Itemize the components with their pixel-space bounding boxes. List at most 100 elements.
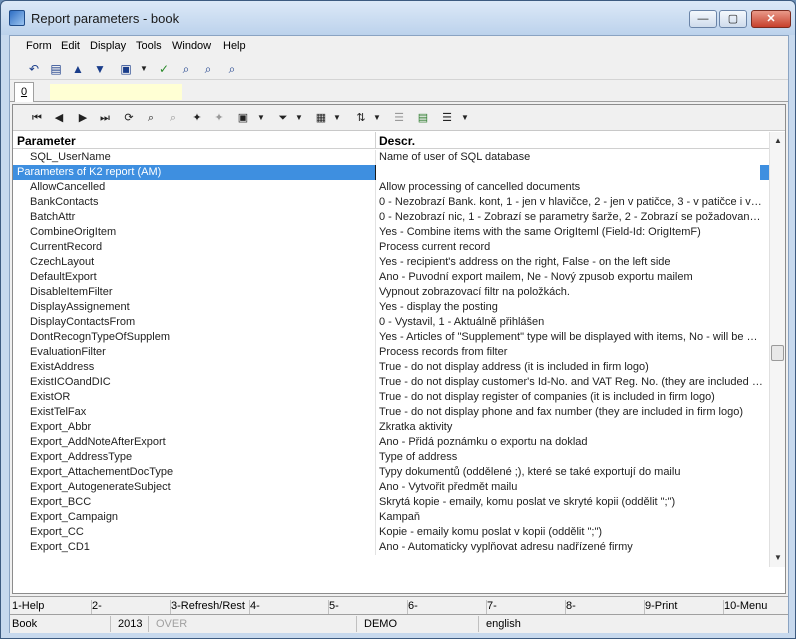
list-icon[interactable]: ☰ <box>439 110 455 126</box>
last-record-icon[interactable]: ⏭ <box>97 110 113 126</box>
group-row[interactable]: Parameters of K2 report (AM) <box>13 165 769 180</box>
column-divider[interactable] <box>375 132 376 149</box>
scroll-down-icon[interactable]: ▼ <box>773 553 783 563</box>
table-row[interactable]: DefaultExport Ano - Puvodní export mailem… <box>13 270 769 285</box>
table-row[interactable]: ExistAddress True - do not display addres… <box>13 360 769 375</box>
f7-key[interactable]: 7- <box>487 600 566 615</box>
down-arrow-icon[interactable]: ▼ <box>92 61 108 77</box>
table-row[interactable]: Export_AddressType Type of address <box>13 450 769 465</box>
table-row[interactable]: DisplayAssignement Yes - display the post… <box>13 300 769 315</box>
search-icon[interactable]: ⌕ <box>143 110 159 126</box>
camera-dropdown-icon[interactable]: ▼ <box>140 61 148 77</box>
menu-tools[interactable]: Tools <box>136 40 162 52</box>
table-row[interactable]: Export_Campaign Kampaň <box>13 510 769 525</box>
next-record-icon[interactable]: ▶ <box>75 110 91 126</box>
f10-key[interactable]: 10-Menu <box>724 600 786 615</box>
table-row[interactable]: Export_AutogenerateSubject Ano - Vytvořit… <box>13 480 769 495</box>
table-row[interactable]: CzechLayout Yes - recipient's address on … <box>13 255 769 270</box>
sort-dropdown-icon[interactable]: ▼ <box>373 110 381 126</box>
refresh-icon[interactable]: ⟳ <box>121 110 137 126</box>
filter-dropdown-icon[interactable]: ▼ <box>295 110 303 126</box>
menu-edit[interactable]: Edit <box>61 40 80 52</box>
menu-bar: Form Edit Display Tools Window Help <box>10 36 788 56</box>
camera-icon[interactable]: ▣ <box>118 61 134 77</box>
first-record-icon[interactable]: ⏮ <box>29 110 45 126</box>
tree-icon[interactable]: ☰ <box>391 110 407 126</box>
table-row[interactable]: EvaluationFilter Process records from fil… <box>13 345 769 360</box>
excel-icon[interactable]: ▤ <box>415 110 431 126</box>
status-mode: OVER <box>156 618 188 630</box>
table-row[interactable]: Export_Abbr Zkratka aktivity <box>13 420 769 435</box>
table-row[interactable]: ExistOR True - do not display register of… <box>13 390 769 405</box>
camera-dropdown-icon[interactable]: ▼ <box>257 110 265 126</box>
parameter-cell: Export_Abbr <box>30 421 92 433</box>
camera-icon[interactable]: ▣ <box>235 110 251 126</box>
menu-form[interactable]: Form <box>26 40 52 52</box>
table-row[interactable]: SQL_UserName Name of user of SQL database <box>13 150 769 165</box>
binoculars-icon[interactable]: ⌕ <box>178 61 194 77</box>
description-cell: Skrytá kopie - emaily, komu poslat ve sk… <box>379 496 676 508</box>
table-row[interactable]: BatchAttr 0 - Nezobrazí nic, 1 - Zobrazí … <box>13 210 769 225</box>
description-cell: True - do not display register of compan… <box>379 391 715 403</box>
minimize-button[interactable]: — <box>689 10 717 28</box>
columns-icon[interactable]: ▦ <box>313 110 329 126</box>
undo-icon[interactable]: ↶ <box>26 61 42 77</box>
scroll-up-icon[interactable]: ▲ <box>773 136 783 146</box>
menu-window[interactable]: Window <box>172 40 211 52</box>
cell-divider <box>375 480 376 495</box>
table-row[interactable]: DisplayContactsFrom 0 - Vystavil, 1 - Akt… <box>13 315 769 330</box>
cell-divider <box>375 420 376 435</box>
tab-field[interactable] <box>50 84 182 100</box>
table-row[interactable]: DisableItemFilter Vypnout zobrazovací fil… <box>13 285 769 300</box>
filter-run-icon[interactable]: ✓ <box>156 61 172 77</box>
menu-help[interactable]: Help <box>223 40 246 52</box>
sort-icon[interactable]: ⇅ <box>353 110 369 126</box>
scroll-thumb[interactable] <box>771 345 784 361</box>
find-replace-icon[interactable]: ⌕ <box>224 61 240 77</box>
column-header-descr[interactable]: Descr. <box>379 134 415 148</box>
f2-key[interactable]: 2- <box>92 600 171 615</box>
f4-key[interactable]: 4- <box>250 600 329 615</box>
column-header-parameter[interactable]: Parameter <box>17 134 76 148</box>
table-row[interactable]: DontRecognTypeOfSupplem Yes - Articles of… <box>13 330 769 345</box>
filter-icon[interactable]: ⏷ <box>275 110 291 126</box>
description-cell: Type of address <box>379 451 458 463</box>
table-row[interactable]: Export_CC Kopie - emaily komu poslat v ko… <box>13 525 769 540</box>
table-row[interactable]: Export_AddNoteAfterExport Ano - Přidá poz… <box>13 435 769 450</box>
f1-key[interactable]: 1-Help <box>12 600 92 615</box>
table-row[interactable]: CurrentRecord Process current record <box>13 240 769 255</box>
cell-divider <box>375 360 376 375</box>
parameter-cell: ExistOR <box>30 391 71 403</box>
parameter-cell: Export_BCC <box>30 496 92 508</box>
tab-0[interactable]: 0 <box>14 82 34 102</box>
f6-key[interactable]: 6- <box>408 600 487 615</box>
table-row[interactable]: ExistICOandDIC True - do not display cust… <box>13 375 769 390</box>
cell-divider <box>375 375 376 390</box>
bookmark-icon[interactable]: ✦ <box>211 110 227 126</box>
find-next-icon[interactable]: ⌕ <box>200 61 216 77</box>
f9-key[interactable]: 9-Print <box>645 600 724 615</box>
vertical-scrollbar[interactable]: ▲ ▼ <box>769 132 785 567</box>
prev-record-icon[interactable]: ◀ <box>51 110 67 126</box>
table-row[interactable]: AllowCancelled Allow processing of cancel… <box>13 180 769 195</box>
table-row[interactable]: BankContacts 0 - Nezobrazí Bank. kont, 1 … <box>13 195 769 210</box>
maximize-button[interactable]: ▢ <box>719 10 747 28</box>
title-bar[interactable]: Report parameters - book — ▢ ✕ <box>1 1 795 35</box>
table-row[interactable]: Export_BCC Skrytá kopie - emaily, komu po… <box>13 495 769 510</box>
up-arrow-icon[interactable]: ▲ <box>70 61 86 77</box>
table-row[interactable]: Export_AttachementDocType Typy dokumentů … <box>13 465 769 480</box>
columns-dropdown-icon[interactable]: ▼ <box>333 110 341 126</box>
book-icon[interactable]: ▤ <box>48 61 64 77</box>
table-row[interactable]: ExistTelFax True - do not display phone a… <box>13 405 769 420</box>
list-dropdown-icon[interactable]: ▼ <box>461 110 469 126</box>
cell-divider <box>375 345 376 360</box>
menu-display[interactable]: Display <box>90 40 126 52</box>
description-cell: True - do not display customer's Id-No. … <box>379 376 763 388</box>
f5-key[interactable]: 5- <box>329 600 408 615</box>
table-row[interactable]: CombineOrigItem Yes - Combine items with … <box>13 225 769 240</box>
f3-key[interactable]: 3-Refresh/Rest <box>171 600 250 615</box>
f8-key[interactable]: 8- <box>566 600 645 615</box>
table-row[interactable]: Export_CD1 Ano - Automaticky vyplňovat ad… <box>13 540 769 555</box>
bookmark-add-icon[interactable]: ✦ <box>189 110 205 126</box>
close-button[interactable]: ✕ <box>751 10 791 28</box>
